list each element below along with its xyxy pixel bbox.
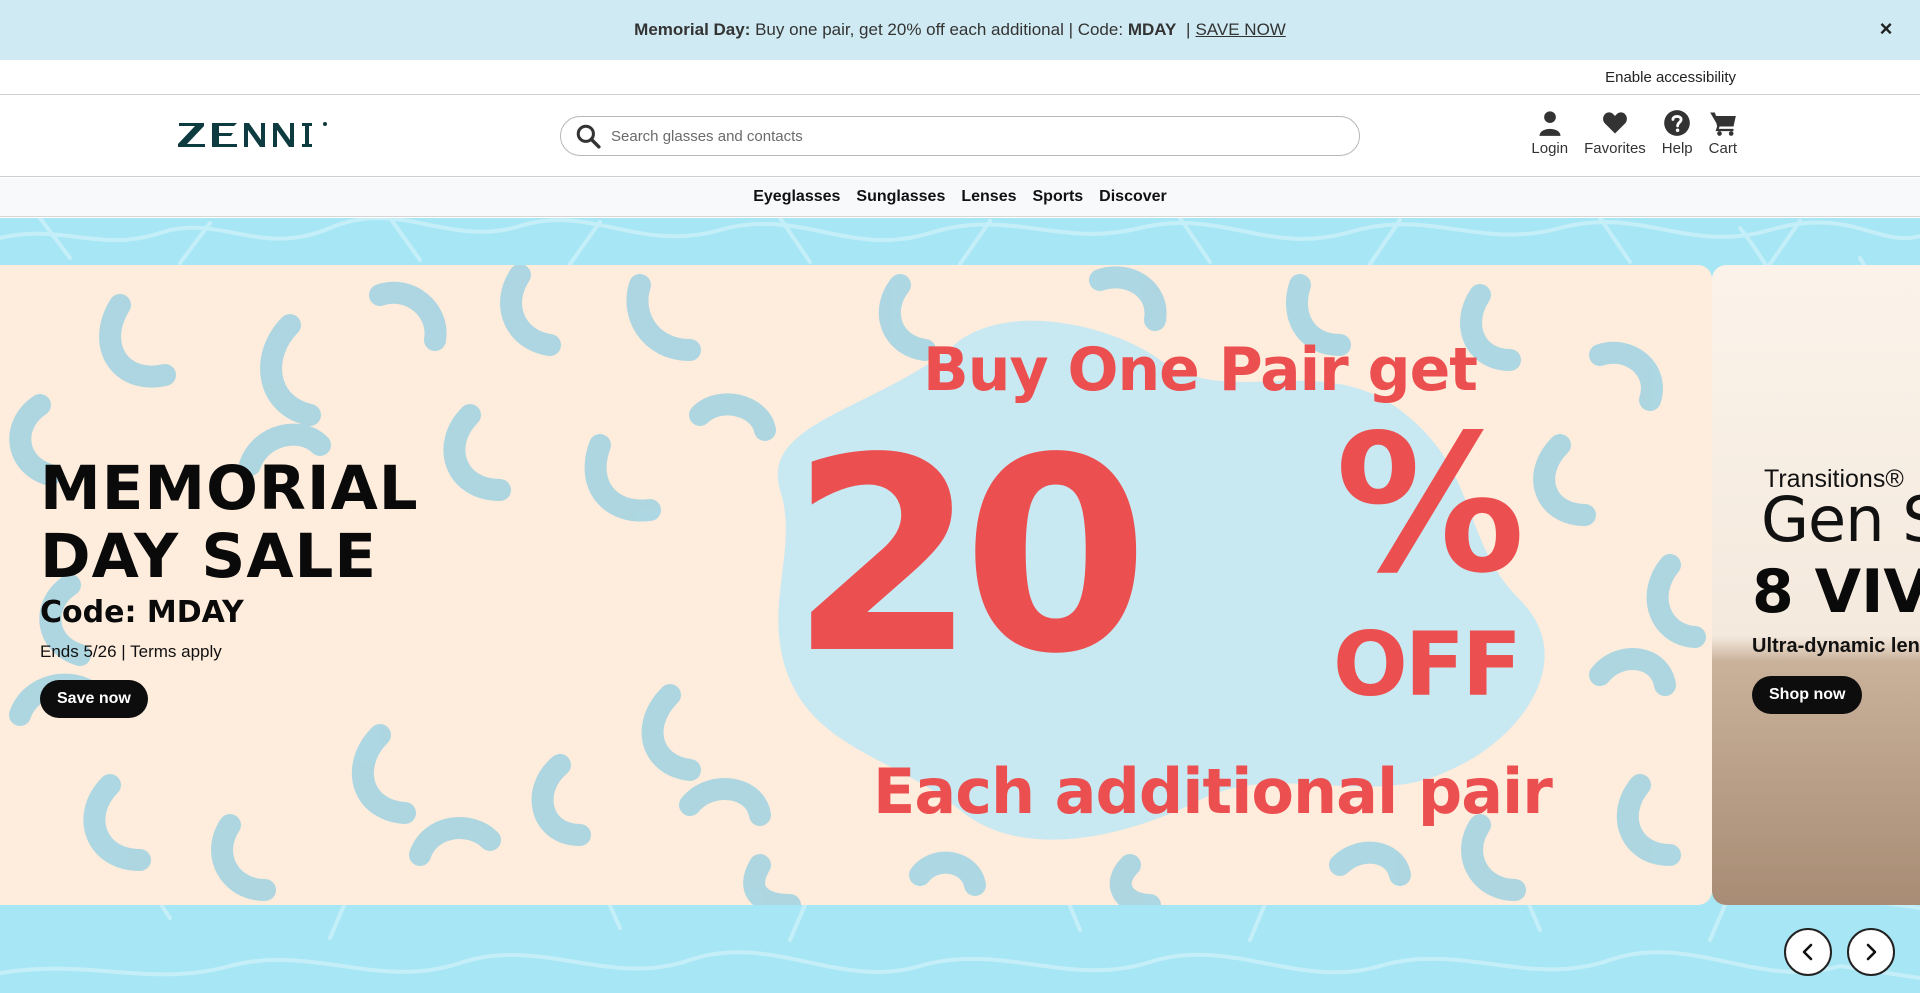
sale-title-line2: DAY SALE bbox=[40, 521, 378, 592]
headline-number: 20 bbox=[790, 401, 1149, 713]
nav-item-sports[interactable]: Sports bbox=[1033, 188, 1084, 206]
nav-item-lenses[interactable]: Lenses bbox=[961, 188, 1016, 206]
sale-title-line1: MEMORIAL bbox=[40, 453, 419, 524]
search-bar[interactable] bbox=[560, 116, 1360, 156]
carousel-prev-button[interactable] bbox=[1784, 928, 1832, 976]
transitions-headline: 8 VIVID bbox=[1752, 557, 1920, 627]
favorites-button[interactable]: Favorites bbox=[1584, 109, 1646, 157]
login-label: Login bbox=[1531, 140, 1569, 157]
login-button[interactable]: Login bbox=[1531, 109, 1568, 157]
search-icon bbox=[576, 124, 601, 149]
transitions-subtitle: Ultra-dynamic lenses bbox=[1752, 635, 1920, 657]
category-nav: Eyeglasses Sunglasses Lenses Sports Disc… bbox=[0, 178, 1920, 217]
site-header: Login Favorites Help Cart bbox=[0, 95, 1920, 177]
sale-text-block: MEMORIAL DAY SALE Code: MDAY Ends 5/26 |… bbox=[40, 455, 419, 718]
help-icon bbox=[1664, 110, 1691, 136]
hero-slide-memorial-day: MEMORIAL DAY SALE Code: MDAY Ends 5/26 |… bbox=[0, 265, 1712, 905]
headline-off: OFF bbox=[1333, 613, 1522, 716]
promo-code: MDAY bbox=[1127, 20, 1177, 39]
promo-banner: Memorial Day: Buy one pair, get 20% off … bbox=[0, 0, 1920, 60]
close-icon[interactable]: × bbox=[1874, 16, 1898, 41]
zenni-logo[interactable] bbox=[177, 120, 329, 150]
promo-text: Buy one pair, get 20% off each additiona… bbox=[755, 20, 1124, 39]
cart-icon bbox=[1709, 112, 1736, 136]
promo-label: Memorial Day: bbox=[634, 20, 751, 39]
headline-bottom: Each additional pair bbox=[873, 755, 1553, 828]
header-icons: Login Favorites Help Cart bbox=[1531, 109, 1737, 157]
shop-now-button[interactable]: Shop now bbox=[1752, 676, 1863, 714]
nav-item-eyeglasses[interactable]: Eyeglasses bbox=[753, 188, 840, 206]
save-now-button[interactable]: Save now bbox=[40, 680, 148, 718]
promo-separator: | bbox=[1186, 20, 1191, 39]
favorites-label: Favorites bbox=[1584, 140, 1646, 157]
hero-slide-transitions[interactable]: Transitions® Gen S 8 VIVID Ultra-dynamic… bbox=[1712, 265, 1920, 905]
cart-button[interactable]: Cart bbox=[1709, 109, 1737, 157]
chevron-left-icon bbox=[1802, 943, 1813, 961]
cart-label: Cart bbox=[1708, 140, 1737, 157]
chevron-right-icon bbox=[1866, 943, 1877, 961]
help-button[interactable]: Help bbox=[1662, 109, 1693, 157]
accessibility-bar: Enable accessibility bbox=[0, 60, 1920, 95]
sale-code: Code: MDAY bbox=[40, 595, 244, 630]
search-input[interactable] bbox=[611, 127, 1331, 145]
carousel-next-button[interactable] bbox=[1847, 928, 1895, 976]
heart-icon bbox=[1603, 112, 1627, 134]
sale-ends-text: Ends 5/26 | Terms apply bbox=[40, 642, 222, 661]
enable-accessibility-link[interactable]: Enable accessibility bbox=[1605, 69, 1736, 86]
nav-item-sunglasses[interactable]: Sunglasses bbox=[856, 188, 945, 206]
nav-item-discover[interactable]: Discover bbox=[1099, 188, 1167, 206]
user-icon bbox=[1539, 111, 1561, 136]
promo-save-now-link[interactable]: SAVE NOW bbox=[1195, 20, 1285, 39]
help-label: Help bbox=[1661, 140, 1693, 157]
transitions-product: Gen S bbox=[1761, 483, 1920, 556]
headline-percent: % bbox=[1335, 394, 1526, 615]
